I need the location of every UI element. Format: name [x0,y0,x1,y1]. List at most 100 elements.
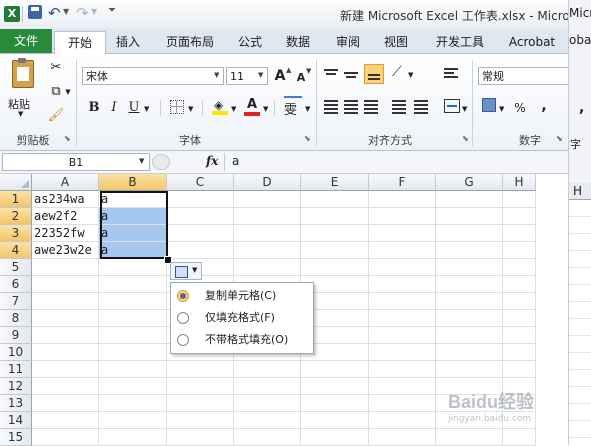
tab-acrobat[interactable]: Acrobat [504,32,560,52]
borders-dropdown-icon[interactable]: ▼ [188,105,193,113]
cell-a4[interactable]: awe23w2e [32,242,99,259]
tab-developer[interactable]: 开发工具 [426,32,494,52]
column-header-c[interactable]: C [167,174,234,191]
column-header-g[interactable]: G [436,174,503,191]
cell-a10[interactable] [32,344,99,361]
row-header-13[interactable]: 13 [0,395,32,412]
row-header-10[interactable]: 10 [0,344,32,361]
copy-icon[interactable]: ⧉ [46,82,66,102]
cell-f15[interactable] [369,429,436,446]
cell-e12[interactable] [301,378,369,395]
cell-d14[interactable] [234,412,301,429]
name-box[interactable]: B1 [2,153,150,171]
column-header-b[interactable]: B [99,174,167,191]
tab-home[interactable]: 开始 [54,31,106,54]
cell-a7[interactable] [32,293,99,310]
column-header-f[interactable]: F [369,174,436,191]
cell-h2[interactable] [503,208,536,225]
row-header-11[interactable]: 11 [0,361,32,378]
row-header-6[interactable]: 6 [0,276,32,293]
select-all-corner[interactable] [0,174,32,191]
percent-style-button[interactable]: % [512,98,528,118]
cell-a14[interactable] [32,412,99,429]
formula-input[interactable]: a [232,154,239,168]
column-header-e[interactable]: E [301,174,369,191]
font-color-icon[interactable]: A [244,97,260,116]
cell-c14[interactable] [167,412,234,429]
insert-function-button[interactable]: fx [206,154,218,168]
cell-b5[interactable] [99,259,167,276]
cell-h15[interactable] [503,429,536,446]
tab-review[interactable]: 审阅 [328,32,368,52]
decrease-indent-icon[interactable] [392,100,406,114]
copy-dropdown-icon[interactable]: ▼ [64,82,72,102]
redo-dropdown-icon[interactable]: ▼ [91,7,97,16]
auto-fill-options-button[interactable]: ▼ [170,262,202,280]
cell-h9[interactable] [503,327,536,344]
cell-d15[interactable] [234,429,301,446]
underline-dropdown-icon[interactable]: ▼ [144,105,149,113]
cell-h1[interactable] [503,191,536,208]
tab-page-layout[interactable]: 页面布局 [156,32,224,52]
cell-g1[interactable] [436,191,503,208]
paste-dropdown-icon[interactable]: ▼ [18,110,23,118]
cell-b11[interactable] [99,361,167,378]
comma-style-button[interactable]: , [538,96,550,116]
cell-c15[interactable] [167,429,234,446]
font-name-arrow-icon[interactable]: ▼ [214,71,219,79]
cell-e3[interactable] [301,225,369,242]
row-header-14[interactable]: 14 [0,412,32,429]
cell-a6[interactable] [32,276,99,293]
cell-c1[interactable] [167,191,234,208]
cell-a2[interactable]: aew2f2 [32,208,99,225]
formula-bar-handle[interactable] [152,154,170,170]
cell-f11[interactable] [369,361,436,378]
cell-f4[interactable] [369,242,436,259]
cell-f14[interactable] [369,412,436,429]
cell-g6[interactable] [436,276,503,293]
row-header-7[interactable]: 7 [0,293,32,310]
cell-a11[interactable] [32,361,99,378]
cell-f5[interactable] [369,259,436,276]
cell-a9[interactable] [32,327,99,344]
cell-h3[interactable] [503,225,536,242]
menu-item-fill-without-formatting[interactable]: 不带格式填充(O) [171,329,313,351]
cell-a12[interactable] [32,378,99,395]
cell-c4[interactable] [167,242,234,259]
cell-b8[interactable] [99,310,167,327]
row-header-2[interactable]: 2 [0,208,32,225]
cell-e4[interactable] [301,242,369,259]
merge-dropdown-icon[interactable]: ▼ [462,105,467,113]
cell-d11[interactable] [234,361,301,378]
cell-c3[interactable] [167,225,234,242]
cell-a5[interactable] [32,259,99,276]
cell-e14[interactable] [301,412,369,429]
cell-c13[interactable] [167,395,234,412]
cell-f13[interactable] [369,395,436,412]
cell-d12[interactable] [234,378,301,395]
align-left-icon[interactable] [324,100,338,114]
cell-d1[interactable] [234,191,301,208]
italic-button[interactable]: I [106,98,122,118]
cell-g9[interactable] [436,327,503,344]
cell-b15[interactable] [99,429,167,446]
column-header-a[interactable]: A [32,174,99,191]
cell-d4[interactable] [234,242,301,259]
column-header-d[interactable]: D [234,174,301,191]
cell-g11[interactable] [436,361,503,378]
number-launcher-icon[interactable]: ⬊ [556,134,563,143]
undo-dropdown-icon[interactable]: ▼ [63,7,69,16]
clipboard-launcher-icon[interactable]: ⬊ [64,134,71,143]
cell-f2[interactable] [369,208,436,225]
align-middle-icon[interactable] [344,68,358,82]
orientation-dropdown-icon[interactable]: ▼ [408,71,413,79]
font-launcher-icon[interactable]: ⬊ [304,134,311,143]
cell-d2[interactable] [234,208,301,225]
cell-a8[interactable] [32,310,99,327]
currency-dropdown-icon[interactable]: ▼ [499,105,504,113]
cell-h5[interactable] [503,259,536,276]
cell-f9[interactable] [369,327,436,344]
increase-indent-icon[interactable] [414,100,428,114]
cell-e15[interactable] [301,429,369,446]
align-right-icon[interactable] [364,100,378,114]
